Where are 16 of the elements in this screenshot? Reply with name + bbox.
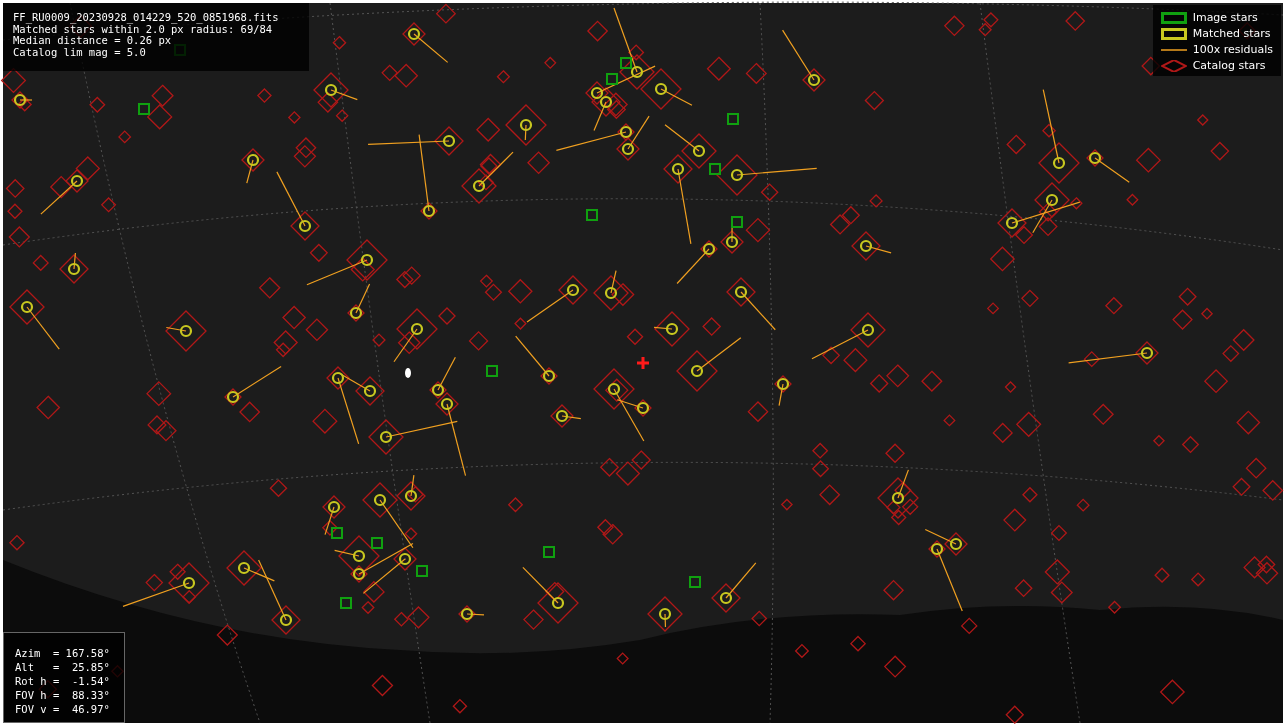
- pointing-text: Azim = 167.58°: [15, 646, 111, 660]
- pointing-text: Rot h = -1.54°: [15, 674, 111, 688]
- pointing-text: FOV h = 88.33°: [15, 688, 111, 702]
- info-text: Catalog lim mag = 5.0: [13, 46, 147, 58]
- rectangle-outline-icon: [1160, 27, 1187, 40]
- pointing-text: FOV v = 46.97°: [15, 702, 111, 716]
- info-text: FF_RU0009_20230928_014229_520_0851968.fits: [13, 12, 280, 24]
- pointing-text: Alt = 25.85°: [15, 660, 111, 674]
- legend-label: Image stars: [1192, 11, 1258, 24]
- legend-label: Matched stars: [1192, 27, 1271, 40]
- rectangle-icon: [1160, 11, 1187, 24]
- info-text: Median distance = 0.26 px: [13, 35, 172, 47]
- info-text: Matched stars within 2.0 px radius: 69/84: [13, 23, 273, 35]
- diamond-icon: [1160, 59, 1187, 72]
- legend-label: 100x residuals: [1192, 43, 1273, 56]
- legend-label: Catalog stars: [1192, 59, 1266, 72]
